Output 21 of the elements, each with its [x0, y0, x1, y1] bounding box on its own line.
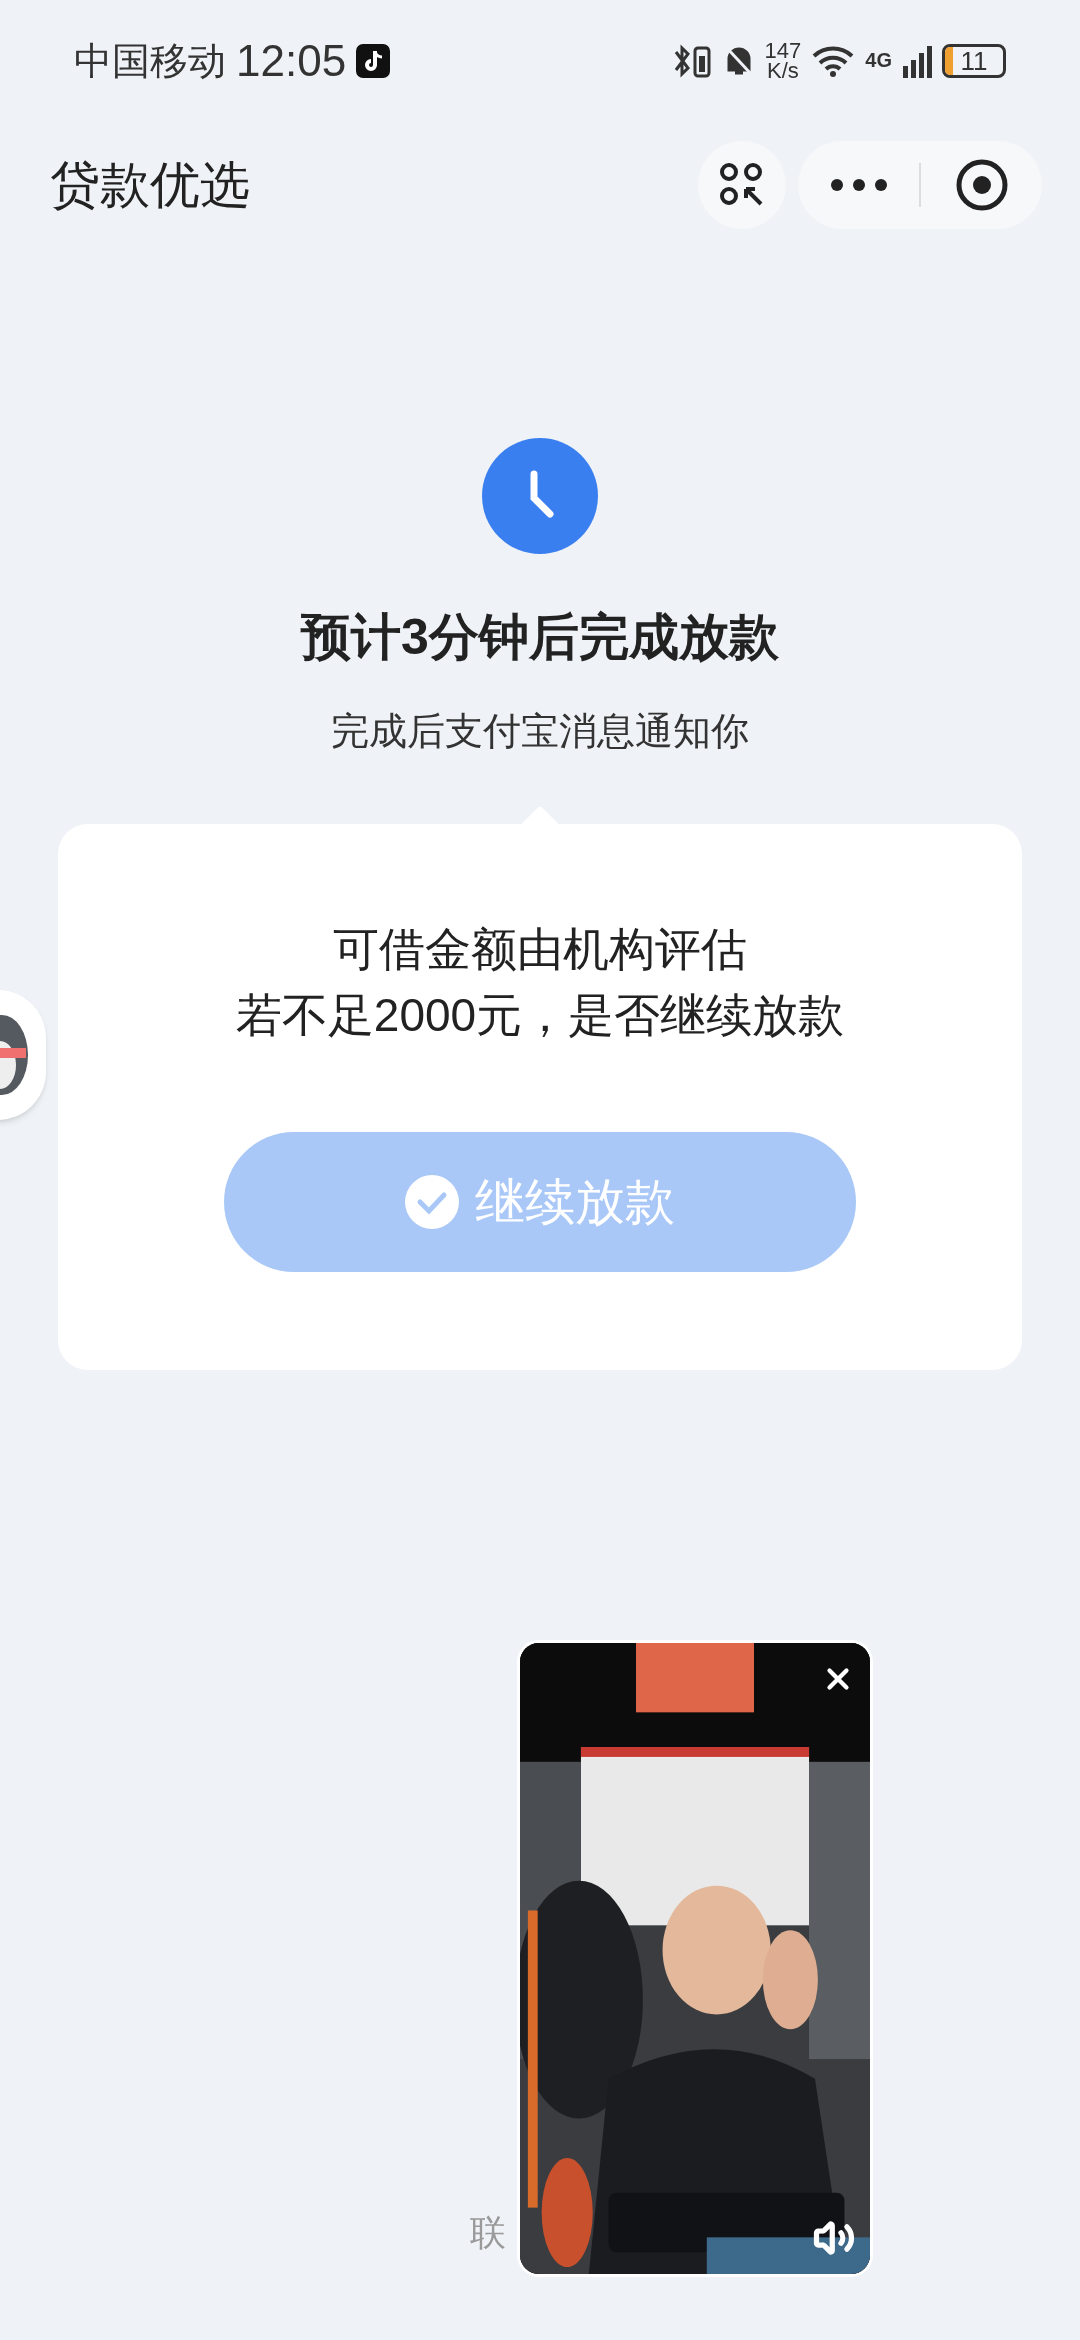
- result-heading: 预计3分钟后完成放款: [301, 608, 779, 667]
- speed-unit: K/s: [767, 61, 799, 81]
- footer-link[interactable]: 联: [470, 2206, 506, 2260]
- clock-icon: [482, 438, 598, 554]
- scan-icon: [719, 162, 765, 208]
- result-subtitle: 完成后支付宝消息通知你: [331, 709, 749, 754]
- carrier-name: 中国移动: [74, 38, 226, 84]
- wifi-icon: [811, 44, 856, 78]
- clock-time: 12:05: [236, 35, 347, 87]
- network-type: 4G: [865, 48, 892, 73]
- page-title: 贷款优选: [50, 155, 250, 215]
- signal-icon: [902, 44, 932, 78]
- card-text-line: 若不足2000元，是否继续放款: [235, 988, 845, 1043]
- speed-value: 147: [764, 41, 802, 61]
- target-icon: [954, 158, 1009, 212]
- check-icon: [405, 1175, 459, 1229]
- bluetooth-battery-icon: [672, 42, 713, 80]
- battery-indicator: 11: [942, 44, 1006, 78]
- app-notification-icon: [356, 44, 391, 78]
- card-text-line: 可借金额由机构评估: [333, 922, 747, 977]
- more-icon: [829, 178, 888, 192]
